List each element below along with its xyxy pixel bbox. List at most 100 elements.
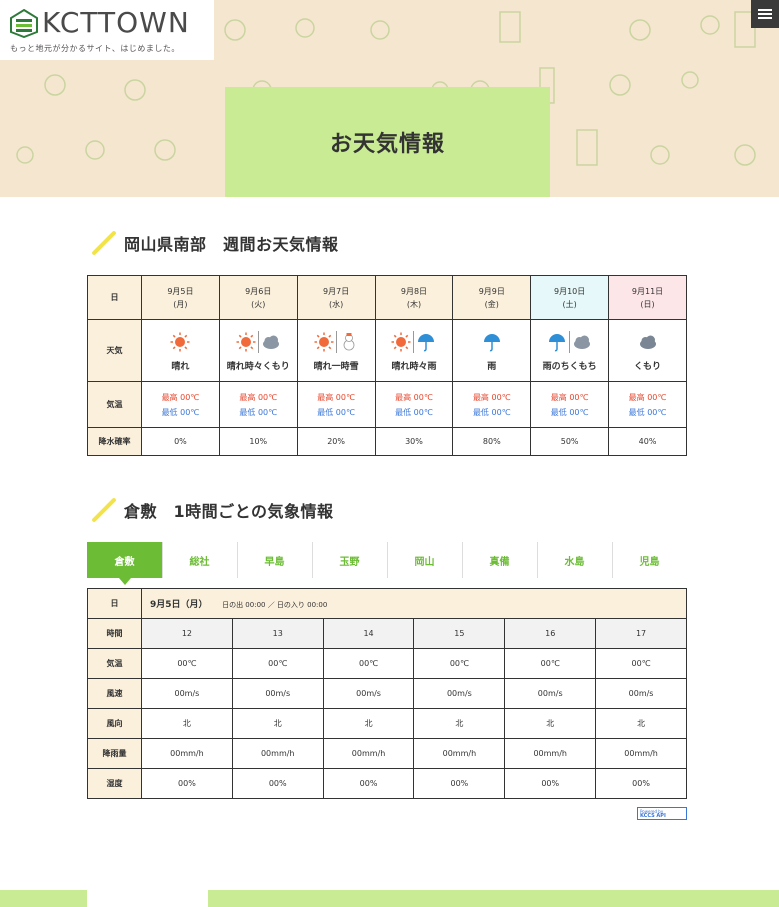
- date-text: 9月9日: [478, 286, 505, 296]
- page-title-box: お天気情報: [225, 87, 550, 197]
- site-logo[interactable]: KCTTOWN もっと地元が分かるサイト、はじめました。: [0, 0, 214, 60]
- umbrella-icon: [549, 334, 566, 352]
- heading-slash-icon: [90, 497, 116, 523]
- weather-name: くもり: [634, 362, 662, 372]
- hourly-heading-text: 倉敷 1時間ごとの気象情報: [124, 502, 334, 521]
- cloud-icon: [262, 335, 279, 349]
- hourly-temp-row: 気温 00℃ 00℃ 00℃ 00℃ 00℃ 00℃: [87, 648, 687, 679]
- temp-low: 最低 00℃: [239, 407, 278, 417]
- date-text: 9月6日: [245, 286, 272, 296]
- umbrella-icon: [418, 334, 435, 352]
- weekly-temp-row: 気温 最高 00℃ 最低 00℃ 最高 00℃ 最低 00℃ 最高 00℃ 最低 00℃ 最…: [87, 381, 687, 428]
- hourly-cell: 00m/s: [322, 678, 415, 709]
- footer-green-right: [208, 890, 779, 907]
- tab-location[interactable]: 早島: [237, 542, 312, 578]
- weekly-rain-cell: 80%: [452, 427, 532, 456]
- weekly-weather-cell: 晴れ一時雪: [296, 319, 376, 382]
- weather-icons: [531, 329, 608, 355]
- tab-location[interactable]: 総社: [162, 542, 237, 578]
- sun-info: 日の出 00:00 ／ 日の入り 00:00: [222, 601, 328, 609]
- hourly-cell: 00℃: [413, 648, 506, 679]
- weekly-weather-cell: 雨: [452, 319, 532, 382]
- date-cell: 9月5日（月） 日の出 00:00 ／ 日の入り 00:00: [141, 588, 687, 619]
- precip-label: 降雨量: [87, 738, 142, 769]
- menu-button[interactable]: [751, 0, 779, 28]
- hourly-cell: 14: [322, 618, 415, 649]
- weather-icons: [453, 329, 530, 355]
- tab-location[interactable]: 真備: [462, 542, 537, 578]
- humidity-label: 湿度: [87, 768, 142, 799]
- day-of-week: (金): [484, 299, 499, 309]
- weekly-rain-cell: 30%: [374, 427, 454, 456]
- hourly-cell: 00m/s: [231, 678, 324, 709]
- weather-icons: [298, 329, 375, 355]
- tab-location[interactable]: 水島: [537, 542, 612, 578]
- date-text: 9月5日: [167, 286, 194, 296]
- hourly-cell: 北: [413, 708, 506, 739]
- date-text: 9月7日: [323, 286, 350, 296]
- temp-label: 気温: [87, 648, 142, 679]
- weekly-date-cell: 9月10日 (土): [530, 275, 610, 320]
- hourly-cell: 00%: [504, 768, 597, 799]
- powered-by-badge[interactable]: Powered by KCCS API: [637, 807, 687, 820]
- hourly-heading: 倉敷 1時間ごとの気象情報: [90, 497, 333, 523]
- weather-icons: [220, 329, 297, 355]
- hourly-cell: 北: [231, 708, 324, 739]
- weekly-temp-cell: 最高 00℃ 最低 00℃: [374, 381, 454, 428]
- hourly-cell: 00mm/h: [504, 738, 597, 769]
- tab-location[interactable]: 児島: [612, 542, 687, 578]
- hourly-cell: 北: [322, 708, 415, 739]
- weather-name: 雨: [487, 362, 497, 372]
- weekly-date-cell: 9月8日 (木): [374, 275, 454, 320]
- weather-name: 晴れ一時雪: [313, 362, 359, 372]
- hourly-cell: 12: [141, 618, 233, 649]
- temp-high: 最高 00℃: [550, 392, 589, 402]
- day-of-week: (月): [173, 299, 188, 309]
- temp-low: 最低 00℃: [395, 407, 433, 417]
- weekly-rain-cell: 10%: [218, 427, 298, 456]
- weather-icons: [609, 329, 686, 355]
- weekly-date-cell: 9月6日 (火): [218, 275, 298, 320]
- day-of-week: (土): [562, 299, 577, 309]
- day-of-week: (火): [251, 299, 266, 309]
- separator-icon: [569, 331, 571, 353]
- hero-banner: KCTTOWN もっと地元が分かるサイト、はじめました。 お天気情報: [0, 0, 779, 197]
- weekly-date-row: 日 9月5日 (月) 9月6日 (火) 9月7日 (水) 9月8日 (木) 9月9日 (金) 9月1…: [87, 275, 687, 320]
- tab-location[interactable]: 倉敷: [87, 542, 162, 585]
- snowman-icon: [343, 333, 355, 351]
- location-tabs: 倉敷 総社 早島 玉野 岡山 真備 水島 児島: [87, 542, 687, 585]
- weather-icons: [376, 329, 453, 355]
- date-text: 9月8日: [400, 286, 428, 296]
- weekly-rain-row: 降水確率 0% 10% 20% 30% 80% 50% 40%: [87, 427, 687, 456]
- temp-low: 最低 00℃: [472, 407, 511, 417]
- hourly-cell: 00%: [322, 768, 415, 799]
- hourly-wind-dir-row: 風向北北北北北北: [87, 708, 687, 739]
- day-of-week: (水): [328, 299, 344, 309]
- hourly-cell: 16: [504, 618, 597, 649]
- tab-location[interactable]: 岡山: [387, 542, 462, 578]
- separator-icon: [335, 331, 337, 353]
- hourly-cell: 北: [595, 708, 687, 739]
- hourly-cell: 00℃: [595, 648, 687, 679]
- temp-high: 最高 00℃: [628, 392, 667, 402]
- tab-location[interactable]: 玉野: [312, 542, 387, 578]
- weekly-weather-cell: 晴れ時々雨: [374, 319, 454, 382]
- temp-low: 最低 00℃: [628, 407, 667, 417]
- weekly-date-cell: 9月9日 (金): [452, 275, 532, 320]
- weather-name: 晴れ: [171, 362, 190, 372]
- wind-speed-label: 風速: [87, 678, 142, 709]
- hourly-wind-speed-row: 風速 00m/s 00m/s 00m/s 00m/s 00m/s 00m/s: [87, 678, 687, 709]
- weekly-temp-cell: 最高 00℃ 最低 00℃: [608, 381, 687, 428]
- date-text: 9月10日: [554, 286, 586, 296]
- hourly-cell: 13: [231, 618, 324, 649]
- separator-icon: [257, 331, 259, 353]
- separator-icon: [413, 331, 415, 353]
- weekly-heading-text: 岡山県南部 週間お天気情報: [124, 235, 339, 254]
- weather-icons: [142, 329, 219, 355]
- temp-high: 最高 00℃: [161, 392, 200, 402]
- hourly-cell: 00℃: [504, 648, 597, 679]
- hourly-cell: 00mm/h: [595, 738, 687, 769]
- date-label: 日: [87, 588, 142, 619]
- hourly-cell: 00℃: [322, 648, 415, 679]
- hourly-time-row: 時間 12 13 14 15 16 17: [87, 618, 687, 649]
